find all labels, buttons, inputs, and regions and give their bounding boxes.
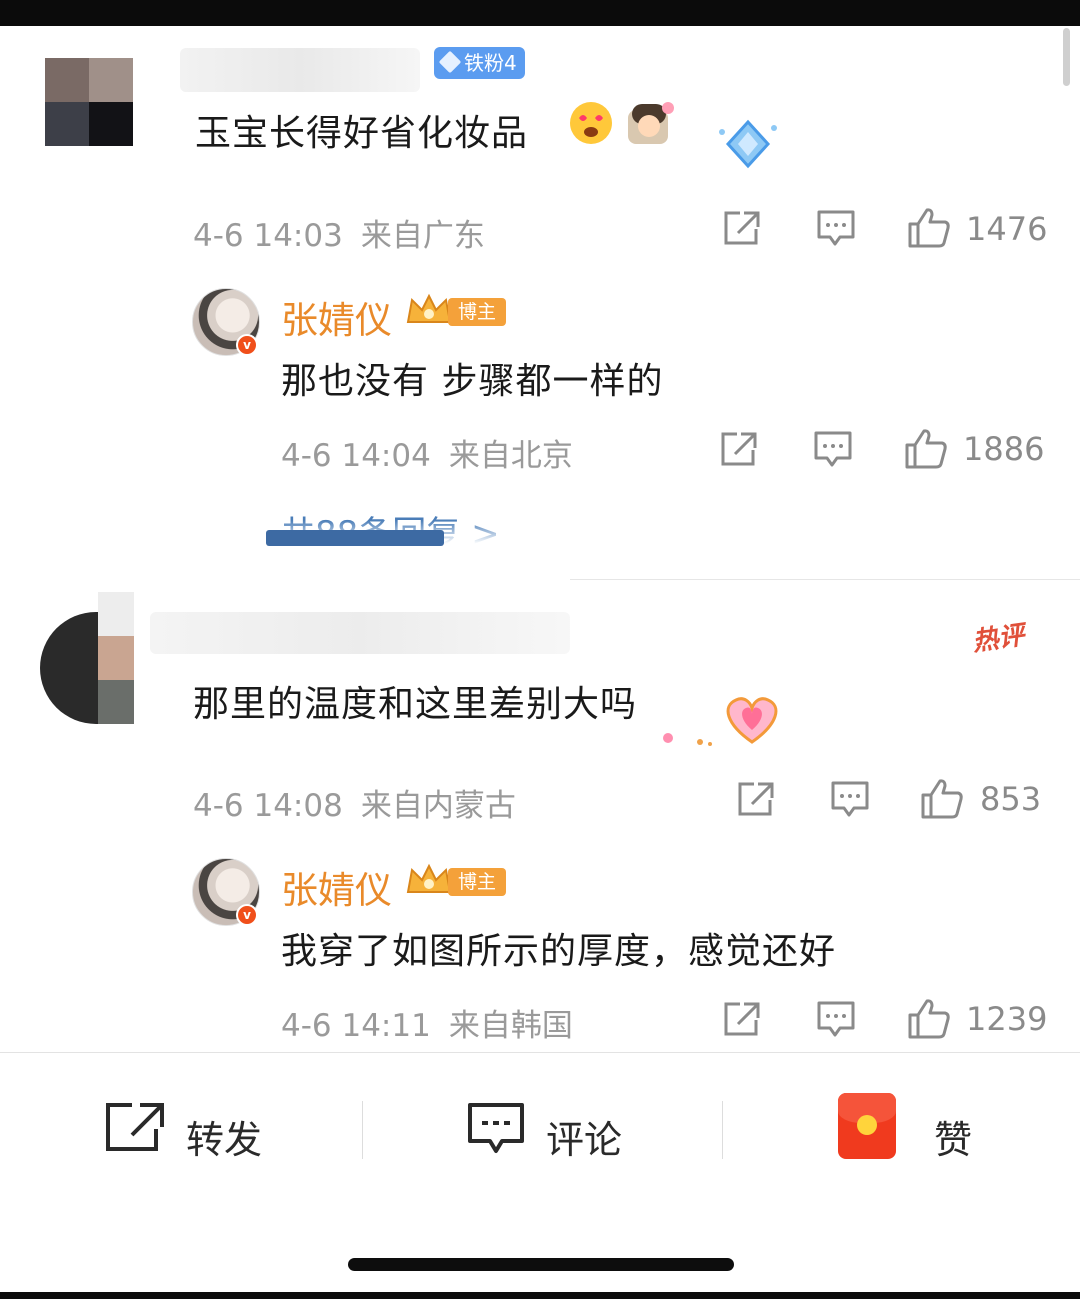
red-packet-icon (838, 1093, 896, 1159)
reply-location: 来自韩国 (448, 1008, 573, 1044)
comment-icon (468, 1103, 524, 1153)
reply-meta: 4-6 14:11 来自韩国 (281, 1000, 573, 1045)
status-bar (0, 0, 1080, 26)
reply-date: 4-6 14:11 (281, 1008, 431, 1044)
like-count: 1886 (963, 430, 1045, 468)
comment-icon[interactable] (816, 209, 856, 247)
comment-icon[interactable] (816, 1000, 856, 1038)
commenter-name[interactable] (180, 48, 420, 92)
like-count: 1476 (966, 210, 1048, 248)
separator (362, 1101, 363, 1159)
girl-emoji (628, 102, 674, 144)
like-button[interactable]: 赞 (838, 1093, 978, 1162)
crown-icon (406, 863, 452, 893)
screen-edge (0, 1292, 1080, 1299)
blogger-name[interactable]: 张婧仪 (281, 290, 392, 344)
overlay-strip (266, 530, 444, 546)
hot-comment-tag: 热评 (970, 620, 1027, 658)
divider (570, 579, 1080, 580)
reply-location: 来自北京 (448, 438, 573, 474)
blogger-badge: 博主 (404, 863, 506, 898)
comment-text: 那里的温度和这里差别大吗 (193, 684, 638, 725)
share-icon[interactable] (722, 209, 762, 247)
verified-icon: v (236, 904, 258, 926)
separator (722, 1101, 723, 1159)
comment-meta: 4-6 14:08 来自内蒙古 (193, 780, 516, 825)
comment-button[interactable]: 评论 (466, 1101, 636, 1162)
thumbs-up-icon[interactable] (907, 997, 951, 1039)
reply-date: 4-6 14:04 (281, 438, 431, 474)
heart-eyes-emoji (570, 102, 612, 144)
crown-icon (406, 293, 452, 323)
comment-location: 来自广东 (360, 218, 485, 254)
home-indicator[interactable] (348, 1258, 734, 1271)
fan-level-badge: 铁粉4 (434, 47, 525, 79)
verified-icon: v (236, 334, 258, 356)
thumbs-up-icon[interactable] (920, 777, 964, 819)
comment-text: 玉宝长得好省化妆品 (195, 113, 529, 154)
comment-location: 来自内蒙古 (360, 788, 516, 824)
share-icon[interactable] (719, 430, 759, 468)
comment-date: 4-6 14:08 (193, 788, 343, 824)
scrollbar[interactable] (1063, 28, 1070, 86)
diamond-icon (438, 50, 462, 74)
comment-icon[interactable] (830, 780, 870, 818)
reply-text: 我穿了如图所示的厚度，感觉还好 (281, 931, 837, 972)
repost-button[interactable]: 转发 (104, 1101, 274, 1162)
commenter-name[interactable] (150, 612, 570, 654)
share-icon (106, 1103, 164, 1151)
share-icon[interactable] (722, 1000, 762, 1038)
comment-date: 4-6 14:03 (193, 218, 343, 254)
comment-meta: 4-6 14:03 来自广东 (193, 210, 485, 255)
heart-decoration (663, 697, 778, 746)
like-count: 853 (980, 780, 1042, 818)
blogger-name[interactable]: 张婧仪 (281, 860, 392, 914)
blogger-badge: 博主 (404, 293, 506, 328)
reply-meta: 4-6 14:04 来自北京 (281, 430, 573, 475)
share-icon[interactable] (736, 780, 776, 818)
comment-icon[interactable] (813, 430, 853, 468)
like-count: 1239 (966, 1000, 1048, 1038)
commenter-avatar[interactable] (40, 592, 134, 724)
commenter-avatar[interactable] (45, 58, 133, 146)
reply-text: 那也没有 步骤都一样的 (281, 361, 664, 402)
thumbs-up-icon[interactable] (904, 427, 948, 469)
diamond-decoration (719, 119, 777, 169)
thumbs-up-icon[interactable] (907, 206, 951, 248)
